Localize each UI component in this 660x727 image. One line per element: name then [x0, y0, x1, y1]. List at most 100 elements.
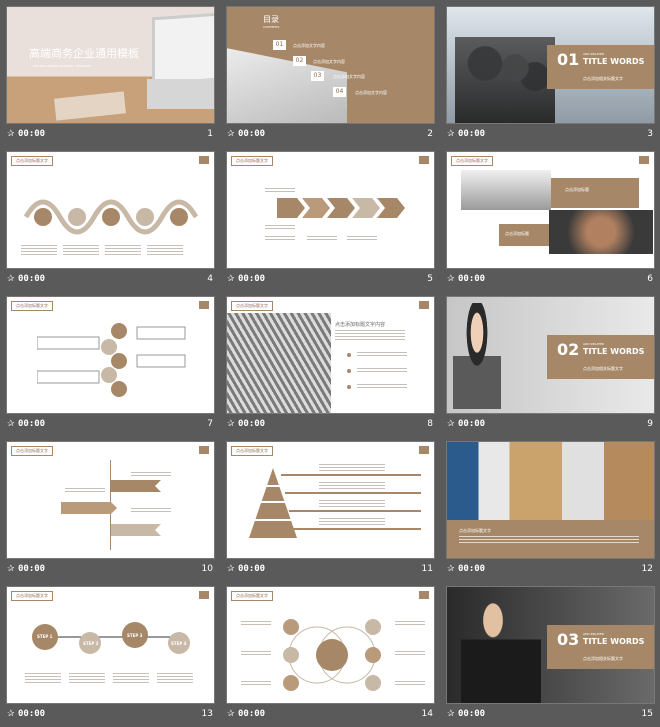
slide-number: 11 — [421, 564, 433, 574]
slide-info-bar: ✰ 00:00 8 — [226, 416, 435, 434]
circle-list-diagram — [37, 323, 186, 397]
header-accent — [199, 156, 209, 164]
section-subtitle: 点击添加相关标题文字 — [583, 366, 623, 371]
slide-preview[interactable]: 高端商务企业通用模板 CUSTOM DESIGN BUSINESS TEMPLA… — [6, 6, 215, 124]
section-number: 01 — [557, 50, 580, 69]
transition-star-icon[interactable]: ✰ — [7, 709, 15, 719]
slide-timing: 00:00 — [18, 564, 46, 574]
slide-preview[interactable]: 点击添加标题文字 — [6, 296, 215, 414]
toc-number: 03 — [311, 71, 324, 81]
slide-preview[interactable]: 点击添加标题文字 — [226, 586, 435, 704]
slide-number: 6 — [647, 274, 653, 284]
slide-timing: 00:00 — [238, 419, 266, 429]
slide-preview[interactable]: 点击添加标题文字 — [226, 441, 435, 559]
toc-item[interactable]: 点击添加文字内容 — [333, 74, 365, 79]
slide-number: 5 — [427, 274, 433, 284]
transition-star-icon[interactable]: ✰ — [447, 129, 455, 139]
slide-timing: 00:00 — [18, 129, 46, 139]
slide-info-bar: ✰ 00:00 10 — [6, 561, 215, 579]
text-placeholder — [357, 384, 407, 390]
slide-title: 高端商务企业通用模板 — [29, 47, 139, 60]
slide-timing: 00:00 — [238, 709, 266, 719]
caption-title: 点击添加标题文字 — [459, 528, 491, 533]
slide-preview[interactable]: 点击添加标题文字 点击添加标题文字内容 — [226, 296, 435, 414]
chevron-arrow-diagram — [277, 198, 405, 218]
transition-star-icon[interactable]: ✰ — [7, 274, 15, 284]
section-title: TITLE WORDS — [583, 57, 645, 66]
toc-item[interactable]: 点击添加文字内容 — [355, 90, 387, 95]
text-placeholder — [265, 236, 295, 242]
leader-line — [293, 528, 421, 530]
text-placeholder — [241, 651, 271, 657]
transition-star-icon[interactable]: ✰ — [227, 129, 235, 139]
section-title: TITLE WORDS — [583, 637, 645, 646]
text-placeholder — [459, 536, 639, 544]
slide-preview[interactable]: 目录 CONTENTS 01 点击添加文字内容 02 点击添加文字内容 03 点… — [226, 6, 435, 124]
transition-star-icon[interactable]: ✰ — [7, 564, 15, 574]
slide-preview[interactable]: 03 ADD RELATED TITLE WORDS 点击添加相关标题文字 — [446, 586, 655, 704]
slide-number: 1 — [207, 129, 213, 139]
toc-title: 目录 — [263, 15, 279, 24]
text-placeholder — [319, 482, 385, 489]
laptop-base — [147, 79, 214, 109]
slide-timing: 00:00 — [458, 129, 486, 139]
step-label: STEP 3 — [127, 633, 143, 638]
slide-preview[interactable]: 点击添加标题文字 点击添加标题 点击添加标题 — [446, 151, 655, 269]
slide-number: 8 — [427, 419, 433, 429]
slide-number: 4 — [207, 274, 213, 284]
slide-preview[interactable]: 点击添加标题文字 — [6, 441, 215, 559]
toc-item[interactable]: 点击添加文字内容 — [293, 43, 325, 48]
slide-preview[interactable]: 01 ADD RELATED TITLE WORDS 点击添加相关标题文字 — [446, 6, 655, 124]
slide-header: 点击添加标题文字 — [231, 301, 273, 311]
text-placeholder — [147, 245, 183, 255]
toc-number: 04 — [333, 87, 346, 97]
transition-star-icon[interactable]: ✰ — [227, 564, 235, 574]
transition-star-icon[interactable]: ✰ — [227, 274, 235, 284]
slide-header: 点击添加标题文字 — [11, 446, 53, 456]
toc-item[interactable]: 点击添加文字内容 — [313, 59, 345, 64]
transition-star-icon[interactable]: ✰ — [447, 419, 455, 429]
slide-info-bar: ✰ 00:00 3 — [446, 126, 655, 144]
step-flow-diagram — [32, 622, 190, 654]
notebook-image — [54, 91, 126, 121]
slide-info-bar: ✰ 00:00 12 — [446, 561, 655, 579]
text-placeholder — [131, 508, 171, 514]
text-placeholder — [357, 352, 407, 358]
transition-star-icon[interactable]: ✰ — [7, 129, 15, 139]
transition-star-icon[interactable]: ✰ — [447, 564, 455, 574]
slide-subtitle: CUSTOM DESIGN BUSINESS TEMPLATE — [33, 64, 91, 68]
section-number: 02 — [557, 340, 580, 359]
slide-timing: 00:00 — [238, 129, 266, 139]
header-accent — [419, 156, 429, 164]
section-subtitle: 点击添加相关标题文字 — [583, 656, 623, 661]
transition-star-icon[interactable]: ✰ — [447, 709, 455, 719]
slide-number: 7 — [207, 419, 213, 429]
slide-header: 点击添加标题文字 — [11, 156, 53, 166]
slide-preview[interactable]: 02 ADD RELATED TITLE WORDS 点击添加相关标题文字 — [446, 296, 655, 414]
transition-star-icon[interactable]: ✰ — [227, 709, 235, 719]
slide-preview[interactable]: 点击添加标题文字 STEP 1 STEP 2 STEP 3 STEP 4 — [6, 586, 215, 704]
transition-star-icon[interactable]: ✰ — [227, 419, 235, 429]
slide-info-bar: ✰ 00:00 11 — [226, 561, 435, 579]
transition-star-icon[interactable]: ✰ — [447, 274, 455, 284]
slide-preview[interactable]: 点击添加标题文字 — [6, 151, 215, 269]
text-placeholder — [319, 464, 385, 471]
leader-line — [285, 492, 421, 494]
slide-preview[interactable]: 点击添加标题文字 — [226, 151, 435, 269]
slide-number: 13 — [201, 709, 213, 719]
text-placeholder — [21, 245, 57, 255]
circle-network-diagram — [283, 619, 381, 691]
slide-preview[interactable]: 点击添加标题文字 — [446, 441, 655, 559]
slide-timing: 00:00 — [458, 419, 486, 429]
step-label: STEP 2 — [83, 641, 99, 646]
slide-info-bar: ✰ 00:00 13 — [6, 706, 215, 724]
header-accent — [639, 156, 649, 164]
text-placeholder — [65, 488, 105, 494]
text-placeholder — [335, 330, 405, 340]
laptop-image — [152, 12, 214, 86]
step-label: STEP 4 — [171, 641, 187, 646]
leader-line — [289, 510, 421, 512]
transition-star-icon[interactable]: ✰ — [7, 419, 15, 429]
laptop-image — [227, 48, 347, 123]
text-placeholder — [69, 673, 105, 683]
